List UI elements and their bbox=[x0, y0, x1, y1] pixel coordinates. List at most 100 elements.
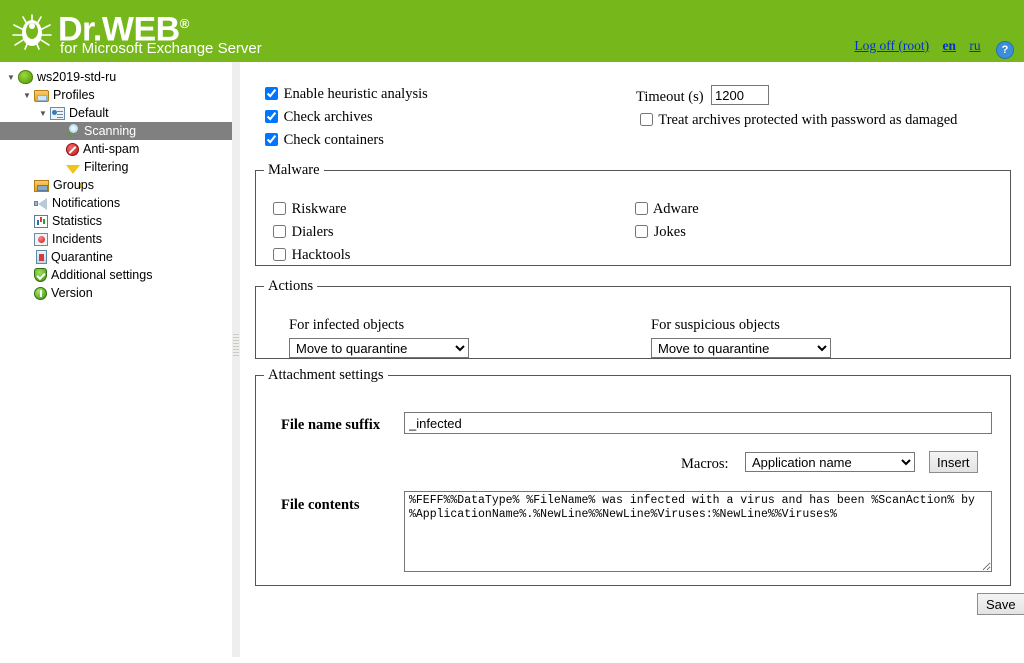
file-contents-label: File contents bbox=[281, 497, 360, 513]
option-row-treat-archives[interactable]: Treat archives protected with password a… bbox=[640, 112, 957, 128]
twisty-spacer: ▼ bbox=[20, 267, 34, 285]
sidebar-item-anti-spam[interactable]: ▼ Anti-spam bbox=[0, 140, 232, 158]
suspicious-objects-select[interactable]: Move to quarantineDeleteSkip bbox=[651, 338, 831, 358]
sidebar-item-statistics[interactable]: ▼ Statistics bbox=[0, 212, 232, 230]
option-row-dialers[interactable]: Dialers bbox=[273, 224, 334, 241]
server-icon bbox=[18, 70, 33, 84]
macros-label: Macros: bbox=[681, 456, 729, 472]
twisty-expanded-icon[interactable]: ▼ bbox=[36, 105, 50, 123]
body-area: ▼ws2019-std-ru▼Profiles▼Default▼Scanning… bbox=[0, 62, 1024, 663]
sidebar-item-label: Notifications bbox=[52, 196, 121, 210]
file-name-suffix-label: File name suffix bbox=[281, 417, 381, 433]
no-entry-icon bbox=[66, 143, 79, 156]
twisty-spacer: ▼ bbox=[20, 213, 34, 231]
sidebar-splitter[interactable] bbox=[232, 62, 240, 657]
option-row-adware[interactable]: Adware bbox=[635, 201, 699, 218]
option-row-archives[interactable]: Check archives bbox=[265, 109, 373, 125]
actions-legend: Actions bbox=[268, 278, 314, 294]
option-row-containers[interactable]: Check containers bbox=[265, 132, 384, 148]
dialers-label[interactable]: Dialers bbox=[292, 224, 334, 240]
file-name-suffix-input[interactable] bbox=[404, 412, 992, 434]
sidebar-item-label: Profiles bbox=[53, 88, 95, 102]
info-icon bbox=[34, 287, 47, 300]
actions-group: Actions For infected objects Move to qua… bbox=[255, 278, 1011, 359]
sidebar-item-label: Scanning bbox=[84, 124, 137, 138]
twisty-spacer: ▼ bbox=[52, 123, 66, 141]
malware-group: Malware Riskware Dialers Hacktools Adwar… bbox=[255, 162, 1011, 266]
sidebar-item-label: Quarantine bbox=[51, 250, 113, 264]
folder-icon bbox=[34, 90, 49, 102]
groups-icon bbox=[34, 180, 49, 192]
jokes-label[interactable]: Jokes bbox=[654, 224, 686, 240]
file-contents-textarea[interactable]: %FEFF%%DataType% %FileName% was infected… bbox=[404, 491, 992, 572]
riskware-label[interactable]: Riskware bbox=[292, 201, 347, 217]
timeout-input[interactable] bbox=[711, 85, 769, 105]
check-archives-label[interactable]: Check archives bbox=[284, 109, 373, 125]
adware-label[interactable]: Adware bbox=[653, 201, 699, 217]
incident-icon bbox=[34, 233, 48, 246]
sidebar-item-quarantine[interactable]: ▼ Quarantine bbox=[0, 248, 232, 266]
sidebar-item-default[interactable]: ▼ Default bbox=[0, 104, 232, 122]
sidebar-item-groups[interactable]: ▼ Groups bbox=[0, 176, 232, 194]
check-archives-checkbox[interactable] bbox=[265, 110, 278, 123]
dialers-checkbox[interactable] bbox=[273, 225, 286, 238]
attachment-settings-group: Attachment settings File name suffix Mac… bbox=[255, 367, 1011, 586]
twisty-spacer: ▼ bbox=[20, 285, 34, 303]
quarantine-icon bbox=[36, 250, 47, 264]
option-row-jokes[interactable]: Jokes bbox=[635, 224, 686, 241]
sidebar-item-version[interactable]: ▼ Version bbox=[0, 284, 232, 302]
sidebar-item-scanning[interactable]: ▼ Scanning bbox=[0, 122, 232, 140]
sidebar-item-label: Version bbox=[51, 286, 93, 300]
option-row-riskware[interactable]: Riskware bbox=[273, 201, 346, 218]
macros-select[interactable]: Application nameFile nameData typeScan a… bbox=[745, 452, 915, 472]
magnifier-icon bbox=[66, 124, 80, 138]
sidebar-item-notifications[interactable]: ▼ Notifications bbox=[0, 194, 232, 212]
insert-macro-button[interactable]: Insert bbox=[929, 451, 978, 473]
language-en-link[interactable]: en bbox=[943, 38, 957, 53]
twisty-expanded-icon[interactable]: ▼ bbox=[20, 87, 34, 105]
hacktools-label[interactable]: Hacktools bbox=[292, 247, 351, 263]
profile-icon bbox=[50, 107, 65, 120]
twisty-expanded-icon[interactable]: ▼ bbox=[4, 69, 18, 87]
registered-mark: ® bbox=[179, 16, 190, 31]
suspicious-objects-label: For suspicious objects bbox=[651, 317, 780, 333]
help-icon[interactable]: ? bbox=[996, 41, 1014, 59]
malware-legend: Malware bbox=[268, 162, 320, 178]
treat-protected-archives-label[interactable]: Treat archives protected with password a… bbox=[658, 112, 957, 128]
splitter-grip[interactable] bbox=[233, 334, 239, 358]
enable-heuristic-analysis-label[interactable]: Enable heuristic analysis bbox=[284, 86, 428, 102]
header-links: Log off (root) en ru ? bbox=[844, 38, 1014, 59]
adware-checkbox[interactable] bbox=[635, 202, 648, 215]
sidebar-item-ws2019-std-ru[interactable]: ▼ ws2019-std-ru bbox=[0, 68, 232, 86]
option-row-heuristic[interactable]: Enable heuristic analysis bbox=[265, 86, 428, 102]
navigation-tree: ▼ws2019-std-ru▼Profiles▼Default▼Scanning… bbox=[0, 62, 232, 663]
language-ru-link[interactable]: ru bbox=[969, 38, 980, 53]
sidebar-item-label: Incidents bbox=[52, 232, 103, 246]
option-row-hacktools[interactable]: Hacktools bbox=[273, 247, 350, 264]
sidebar-item-filtering[interactable]: ▼ Filtering bbox=[0, 158, 232, 188]
save-button[interactable]: Save bbox=[977, 593, 1024, 615]
sidebar-item-label: Default bbox=[69, 106, 109, 120]
sidebar-item-additional-settings[interactable]: ▼ Additional settings bbox=[0, 266, 232, 284]
app-header: Dr.WEB® for Microsoft Exchange Server Lo… bbox=[0, 0, 1024, 62]
infected-objects-select[interactable]: Move to quarantineCureDeleteSkip bbox=[289, 338, 469, 358]
megaphone-icon bbox=[34, 198, 48, 210]
check-containers-checkbox[interactable] bbox=[265, 133, 278, 146]
log-off-link[interactable]: Log off (root) bbox=[854, 38, 929, 53]
shield-check-icon bbox=[34, 268, 47, 282]
sidebar-item-incidents[interactable]: ▼ Incidents bbox=[0, 230, 232, 248]
sidebar-item-label: Groups bbox=[53, 178, 94, 192]
sidebar-item-profiles[interactable]: ▼ Profiles bbox=[0, 86, 232, 104]
brand-logo: Dr.WEB® for Microsoft Exchange Server bbox=[8, 5, 308, 60]
check-containers-label[interactable]: Check containers bbox=[284, 132, 384, 148]
twisty-spacer: ▼ bbox=[52, 141, 66, 159]
sidebar-item-label: Statistics bbox=[52, 214, 103, 228]
treat-protected-archives-checkbox[interactable] bbox=[640, 113, 653, 126]
twisty-spacer: ▼ bbox=[20, 231, 34, 249]
twisty-spacer: ▼ bbox=[52, 159, 66, 177]
enable-heuristic-analysis-checkbox[interactable] bbox=[265, 87, 278, 100]
hacktools-checkbox[interactable] bbox=[273, 248, 286, 261]
jokes-checkbox[interactable] bbox=[635, 225, 648, 238]
riskware-checkbox[interactable] bbox=[273, 202, 286, 215]
scanning-settings-panel: Enable heuristic analysis Check archives… bbox=[240, 62, 1024, 657]
